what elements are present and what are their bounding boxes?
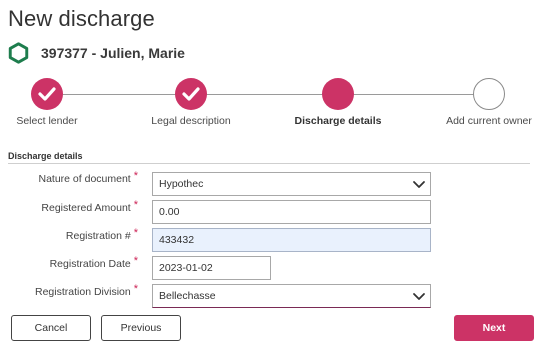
step-complete-circle [31, 78, 63, 110]
step-complete-circle [175, 78, 207, 110]
step-select-lender[interactable]: Select lender [0, 78, 107, 127]
step-active-circle [322, 78, 354, 110]
checkmark-icon [38, 87, 56, 101]
hexagon-icon [8, 42, 29, 64]
registered-amount-label: Registered Amount * [41, 199, 138, 214]
required-asterisk: * [133, 170, 138, 182]
registration-division-select[interactable]: Bellechasse [152, 284, 431, 308]
nature-of-document-select[interactable]: Hypothec [152, 172, 431, 196]
step-discharge-details[interactable]: Discharge details [278, 78, 398, 127]
checkmark-icon [182, 87, 200, 101]
nature-of-document-label: Nature of document * [38, 170, 139, 185]
progress-stepper: Select lender Legal description Discharg… [0, 78, 537, 128]
section-divider [8, 163, 530, 164]
registration-number-value: 433432 [159, 234, 195, 246]
file-header: 397377 - Julien, Marie [8, 42, 185, 64]
registered-amount-value: 0.00 [159, 206, 180, 218]
required-asterisk: * [133, 255, 138, 267]
registration-number-label: Registration # * [65, 227, 138, 242]
step-legal-description[interactable]: Legal description [131, 78, 251, 127]
step-label: Discharge details [294, 115, 382, 127]
stepper-track [47, 94, 489, 95]
registration-date-value: 2023-01-02 [159, 262, 213, 274]
registration-division-label: Registration Division * [35, 283, 138, 298]
registered-amount-input[interactable]: 0.00 [152, 200, 431, 224]
step-upcoming-circle [473, 78, 505, 110]
required-asterisk: * [133, 283, 138, 295]
step-add-current-owner[interactable]: Add current owner [429, 78, 537, 127]
chevron-down-icon [413, 180, 425, 188]
registration-date-label: Registration Date * [49, 255, 138, 270]
section-title: Discharge details [8, 151, 83, 161]
step-label: Legal description [151, 115, 231, 127]
page-title: New discharge [8, 6, 155, 31]
registration-division-value: Bellechasse [159, 290, 216, 302]
cancel-button[interactable]: Cancel [11, 315, 91, 341]
required-asterisk: * [133, 199, 138, 211]
nature-of-document-value: Hypothec [159, 178, 204, 190]
registration-number-input[interactable]: 433432 [152, 228, 431, 252]
registration-date-input[interactable]: 2023-01-02 [152, 256, 271, 280]
next-button[interactable]: Next [454, 315, 534, 341]
step-label: Select lender [16, 115, 78, 127]
file-label: 397377 - Julien, Marie [41, 45, 185, 61]
chevron-down-icon [413, 292, 425, 300]
previous-button[interactable]: Previous [101, 315, 181, 341]
step-label: Add current owner [446, 115, 532, 127]
required-asterisk: * [133, 227, 138, 239]
